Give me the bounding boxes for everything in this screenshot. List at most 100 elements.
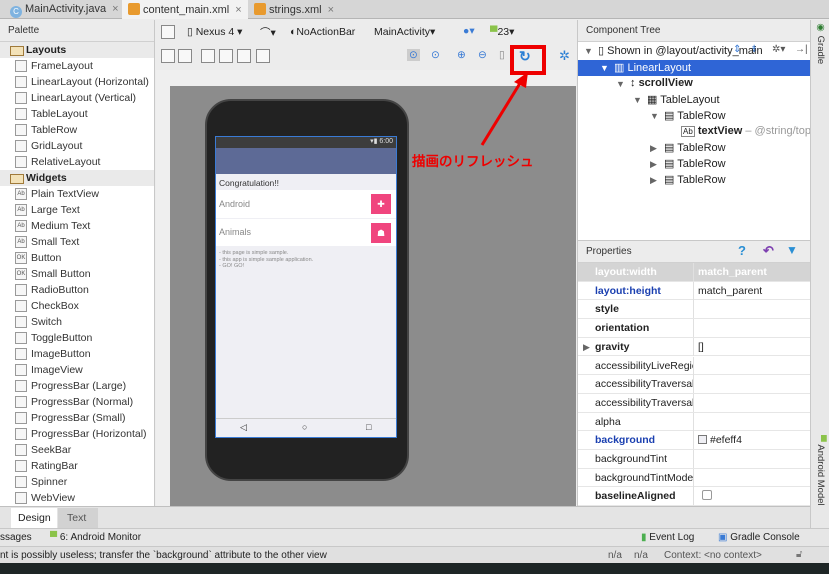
phone-screen[interactable]: ▾▮ 6:00 Congratulation!! Android ✚ Animal…	[215, 136, 397, 438]
palette-item[interactable]: LinearLayout (Horizontal)	[0, 74, 154, 90]
property-value[interactable]: match_parent	[693, 281, 811, 300]
tree-root[interactable]: ▼ ▯ Shown in @layout/activity_main	[578, 43, 811, 59]
congrats-text[interactable]: Congratulation!!	[219, 178, 279, 188]
messages-tool-button[interactable]: ssages	[0, 532, 32, 543]
property-row[interactable]: layout:width match_parent	[578, 263, 811, 282]
property-row[interactable]: accessibilityLiveRegion	[578, 356, 811, 376]
api-select[interactable]: ▀23▾	[490, 26, 514, 38]
property-row[interactable]: ▶ gravity []	[578, 337, 811, 357]
table-row-android[interactable]: Android ✚	[216, 190, 396, 218]
locale-select[interactable]: ●▾	[463, 25, 475, 37]
tab-mainactivity-java[interactable]: C MainActivity.java ×	[4, 0, 125, 19]
palette-item[interactable]: Spinner	[0, 474, 154, 490]
screenshot-icon[interactable]: ▯	[499, 49, 505, 61]
property-row[interactable]: alpha	[578, 412, 811, 432]
close-icon[interactable]: ×	[235, 4, 241, 16]
tree-node-linearlayout[interactable]: ▼ ▥ LinearLayout	[578, 60, 811, 76]
zoom-in-icon[interactable]: ⊕	[457, 49, 466, 61]
property-row[interactable]: orientation	[578, 319, 811, 338]
palette-section-layouts[interactable]: Layouts	[0, 42, 154, 58]
orientation-select[interactable]: ⌒▾	[260, 25, 276, 40]
palette-item[interactable]: ImageButton	[0, 346, 154, 362]
property-row[interactable]: backgroundTint	[578, 450, 811, 469]
tree-node-textview[interactable]: Ab textView – @string/top_	[578, 124, 817, 140]
clear-weights-icon[interactable]	[219, 49, 233, 63]
close-icon[interactable]: ×	[328, 4, 334, 16]
palette-item[interactable]: Ab Plain TextView	[0, 186, 154, 202]
palette-item[interactable]: ToggleButton	[0, 330, 154, 346]
expand-icon[interactable]: ▶	[583, 342, 590, 353]
palette-item[interactable]: CheckBox	[0, 298, 154, 314]
filter-icon[interactable]: ▼	[786, 243, 798, 257]
layout-columns-icon[interactable]	[161, 49, 175, 63]
tree-node-tablerow[interactable]: ▶ ▤ TableRow	[578, 172, 726, 188]
tree-node-tablelayout[interactable]: ▼ ▦ TableLayout	[578, 92, 720, 108]
zoom-actual-icon[interactable]: ⊙	[431, 49, 440, 61]
palette-item[interactable]: ProgressBar (Horizontal)	[0, 426, 154, 442]
gradle-console-tool-button[interactable]: ▣ Gradle Console	[718, 532, 800, 543]
property-value[interactable]	[693, 487, 811, 506]
palette-item[interactable]: WebView	[0, 490, 154, 506]
device-icon[interactable]	[161, 25, 175, 39]
palette-item[interactable]: ProgressBar (Normal)	[0, 394, 154, 410]
zoom-fit-icon[interactable]: ⊙	[407, 49, 420, 61]
theme-select[interactable]: ◐NoActionBar	[290, 26, 355, 38]
palette-item[interactable]: FrameLayout	[0, 58, 154, 74]
recents-icon[interactable]: □	[366, 422, 371, 432]
palette-item[interactable]: RelativeLayout	[0, 154, 154, 170]
palette-item[interactable]: TableRow	[0, 122, 154, 138]
back-icon[interactable]: ◁	[240, 422, 247, 433]
property-row[interactable]: baselineAligned	[578, 487, 811, 507]
palette-item[interactable]: ProgressBar (Small)	[0, 410, 154, 426]
palette-item[interactable]: LinearLayout (Vertical)	[0, 90, 154, 106]
palette-section-widgets[interactable]: Widgets	[0, 170, 154, 186]
palette-item[interactable]: ProgressBar (Large)	[0, 378, 154, 394]
table-row-animals[interactable]: Animals ☗	[216, 219, 396, 246]
home-icon[interactable]: ○	[302, 422, 307, 432]
property-row[interactable]: layout:height match_parent	[578, 281, 811, 301]
property-value[interactable]	[693, 375, 811, 394]
property-value[interactable]	[693, 300, 811, 319]
checkbox[interactable]	[702, 490, 712, 501]
tab-content-main-xml[interactable]: content_main.xml ×	[122, 0, 248, 19]
property-row[interactable]: style	[578, 300, 811, 320]
gradle-tool-button[interactable]: ◉ Gradle	[815, 22, 826, 64]
palette-item[interactable]: OK Small Button	[0, 266, 154, 282]
lock-icon[interactable]: 🔓︎	[796, 549, 802, 560]
tab-strings-xml[interactable]: strings.xml ×	[248, 0, 340, 19]
device-select[interactable]: ▯ Nexus 4 ▾	[187, 26, 242, 38]
palette-item[interactable]: OK Button	[0, 250, 154, 266]
settings-gear-icon[interactable]: ✲	[559, 48, 570, 64]
property-value[interactable]: []	[693, 337, 811, 356]
activity-select[interactable]: MainActivity▾	[374, 26, 435, 38]
undo-icon[interactable]: ↶	[763, 243, 774, 259]
android-button-icon[interactable]: ✚	[371, 194, 391, 214]
help-icon[interactable]: ?	[738, 243, 746, 258]
event-log-tool-button[interactable]: ▮ Event Log	[641, 532, 694, 543]
palette-item[interactable]: GridLayout	[0, 138, 154, 154]
property-value[interactable]: #efeff4	[693, 431, 811, 450]
tree-node-scrollview[interactable]: ▼ ↕ scrollView	[578, 76, 693, 92]
palette-item[interactable]: Ab Large Text	[0, 202, 154, 218]
fill-height-icon[interactable]	[256, 49, 270, 63]
property-value[interactable]: match_parent	[693, 263, 811, 281]
property-value[interactable]	[693, 319, 811, 338]
property-row[interactable]: accessibilityTraversalBefore	[578, 393, 811, 413]
property-row[interactable]: accessibilityTraversalAfter	[578, 375, 811, 394]
zoom-out-icon[interactable]: ⊖	[478, 49, 487, 61]
tab-design[interactable]: Design	[11, 508, 57, 528]
palette-item[interactable]: ImageView	[0, 362, 154, 378]
tree-node-tablerow[interactable]: ▶ ▤ TableRow	[578, 140, 726, 156]
property-value[interactable]	[693, 412, 811, 431]
palette-item[interactable]: Ab Small Text	[0, 234, 154, 250]
palette-item[interactable]: SeekBar	[0, 442, 154, 458]
paw-button-icon[interactable]: ☗	[371, 223, 391, 243]
property-row[interactable]: backgroundTintMode	[578, 468, 811, 488]
property-row[interactable]: background #efeff4	[578, 431, 811, 450]
property-value[interactable]	[693, 468, 811, 487]
fill-width-icon[interactable]	[237, 49, 251, 63]
palette-item[interactable]: RatingBar	[0, 458, 154, 474]
property-value[interactable]	[693, 356, 811, 375]
tree-node-tablerow[interactable]: ▶ ▤ TableRow	[578, 156, 726, 172]
layout-rows-icon[interactable]	[178, 49, 192, 63]
